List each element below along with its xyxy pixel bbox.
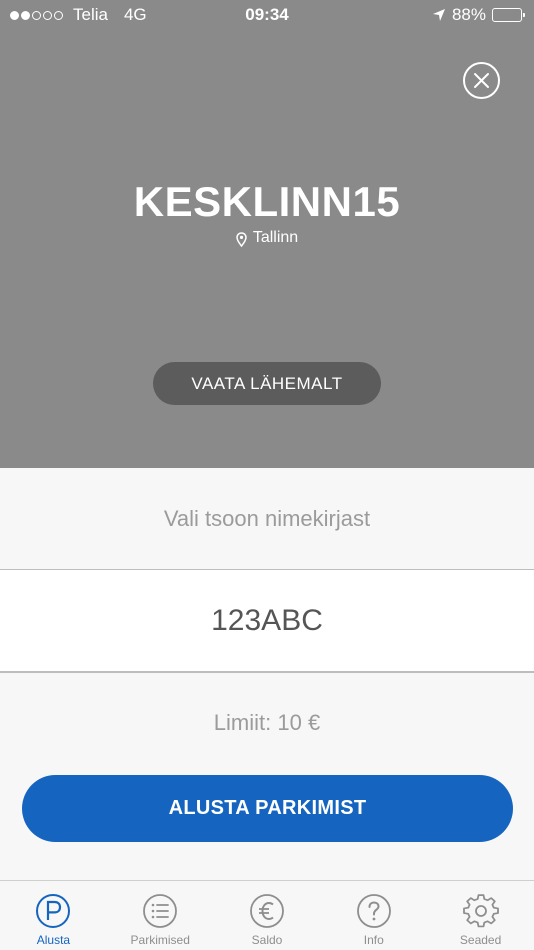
zone-select[interactable]: Vali tsoon nimekirjast: [0, 468, 534, 569]
tab-parkimised[interactable]: Parkimised: [107, 881, 214, 950]
status-right: 88%: [432, 5, 525, 25]
battery-icon: [492, 8, 525, 22]
tab-label: Parkimised: [130, 933, 190, 947]
euro-icon: [250, 894, 284, 928]
list-icon: [143, 894, 178, 928]
city-label: Tallinn: [252, 229, 299, 246]
status-bar: Telia 4G 09:34 88%: [0, 0, 534, 30]
tab-seaded[interactable]: Seaded: [427, 881, 534, 950]
start-parking-button[interactable]: ALUSTA PARKIMIST: [22, 775, 513, 842]
close-button[interactable]: [463, 62, 500, 99]
view-closer-button[interactable]: VAATA LÄHEMALT: [153, 362, 381, 405]
map-pin-icon: [236, 232, 247, 247]
limit-field[interactable]: Limiit: 10 €: [0, 673, 534, 773]
tab-saldo[interactable]: Saldo: [214, 881, 321, 950]
tab-label: Saldo: [251, 933, 283, 947]
plate-field[interactable]: 123ABC: [0, 570, 534, 672]
tab-label: Alusta: [36, 933, 71, 947]
tab-alusta[interactable]: Alusta: [0, 881, 107, 950]
gear-icon: [462, 894, 499, 928]
close-icon: [474, 73, 489, 88]
question-icon: [356, 894, 391, 928]
battery-percent: 88%: [451, 5, 486, 24]
parking-icon: [36, 894, 71, 928]
tab-label: Info: [363, 933, 384, 947]
tab-label: Seaded: [459, 933, 502, 947]
zone-city: Tallinn: [0, 229, 534, 247]
tab-info[interactable]: Info: [320, 881, 427, 950]
tab-bar: Alusta Parkimised Saldo Info Seaded: [0, 880, 534, 950]
location-arrow-icon: [432, 9, 445, 21]
zone-name: KESKLINN15: [133, 178, 401, 225]
